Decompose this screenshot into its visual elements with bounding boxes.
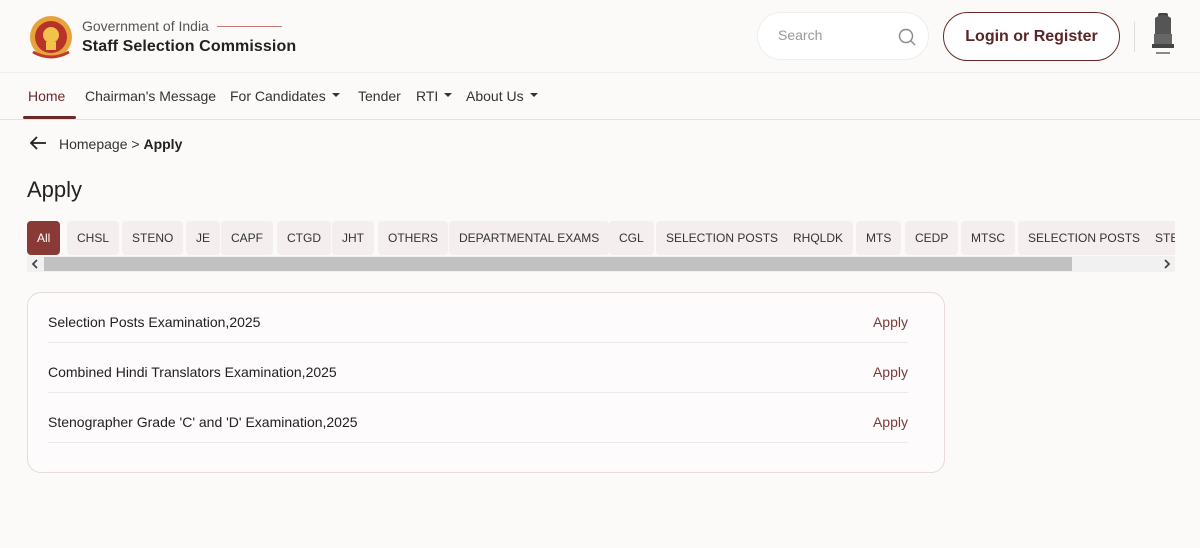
tab-cgl[interactable]: CGL: [609, 221, 654, 255]
nav-for-candidates[interactable]: For Candidates: [230, 88, 340, 104]
exam-name: Selection Posts Examination,2025: [48, 314, 261, 330]
page-title: Apply: [27, 177, 83, 202]
exam-name: Stenographer Grade 'C' and 'D' Examinati…: [48, 414, 358, 430]
breadcrumb-home[interactable]: Homepage: [59, 136, 128, 152]
list-item: Combined Hindi Translators Examination,2…: [48, 343, 908, 393]
caret-down-icon: [529, 93, 538, 98]
breadcrumb-separator: >: [131, 136, 140, 152]
tab-others[interactable]: OTHERS: [378, 221, 449, 255]
tab-steno-2[interactable]: STENO: [1145, 221, 1175, 255]
scroll-left-icon[interactable]: [29, 258, 41, 270]
tab-selection-posts[interactable]: SELECTION POSTS: [656, 221, 789, 255]
main-nav: Home Chairman's Message For Candidates T…: [0, 72, 1200, 120]
org-title: Government of India Staff Selection Comm…: [82, 18, 296, 56]
tab-mtsc[interactable]: MTSC: [961, 221, 1015, 255]
apply-link[interactable]: Apply: [873, 364, 908, 380]
tab-mts[interactable]: MTS: [856, 221, 902, 255]
search-input[interactable]: [778, 27, 888, 43]
nav-rti-label: RTI: [416, 88, 439, 104]
exam-name: Combined Hindi Translators Examination,2…: [48, 364, 337, 380]
ssc-logo-icon[interactable]: [27, 14, 75, 60]
tab-steno[interactable]: STENO: [122, 221, 184, 255]
tab-chsl[interactable]: CHSL: [67, 221, 120, 255]
apply-link[interactable]: Apply: [873, 414, 908, 430]
tabs-scrollbar[interactable]: [27, 256, 1175, 272]
search-box[interactable]: [757, 12, 929, 60]
tab-departmental-exams[interactable]: DEPARTMENTAL EXAMS: [449, 221, 610, 255]
exam-list-card: Selection Posts Examination,2025 Apply C…: [27, 292, 945, 473]
nav-tender[interactable]: Tender: [358, 88, 401, 104]
caret-down-icon: [331, 93, 340, 98]
nav-rti[interactable]: RTI: [416, 88, 453, 104]
tab-ctgd[interactable]: CTGD: [277, 221, 331, 255]
gov-label-text: Government of India: [82, 18, 209, 34]
nav-home[interactable]: Home: [28, 88, 65, 104]
apply-link[interactable]: Apply: [873, 314, 908, 330]
list-item: Stenographer Grade 'C' and 'D' Examinati…: [48, 393, 908, 443]
header-divider: [1134, 22, 1135, 52]
tab-jht[interactable]: JHT: [332, 221, 374, 255]
decorative-line: [216, 25, 282, 27]
caret-down-icon: [444, 93, 453, 98]
tab-selection-posts-2[interactable]: SELECTION POSTS: [1018, 221, 1151, 255]
nav-active-indicator: [23, 116, 76, 119]
tab-all[interactable]: All: [27, 221, 61, 255]
tab-cedp[interactable]: CEDP: [905, 221, 959, 255]
tab-je[interactable]: JE: [186, 221, 221, 255]
nav-chairmans-message[interactable]: Chairman's Message: [85, 88, 216, 104]
search-icon[interactable]: [898, 28, 916, 46]
scroll-right-icon[interactable]: [1161, 258, 1173, 270]
breadcrumb: Homepage > Apply: [59, 136, 182, 152]
exam-category-tabs: All CHSL STENO JE CAPF CTGD JHT OTHERS D…: [27, 221, 1175, 255]
org-name: Staff Selection Commission: [82, 38, 297, 55]
scrollbar-thumb[interactable]: [44, 257, 1072, 271]
back-arrow-icon[interactable]: [29, 134, 47, 152]
nav-about-us-label: About Us: [466, 88, 524, 104]
nav-about-us[interactable]: About Us: [466, 88, 538, 104]
login-register-button[interactable]: Login or Register: [943, 12, 1120, 61]
breadcrumb-current: Apply: [143, 136, 183, 152]
nav-for-candidates-label: For Candidates: [230, 88, 326, 104]
gov-label: Government of India: [82, 18, 296, 34]
site-header: Government of India Staff Selection Comm…: [0, 0, 1200, 72]
national-emblem-icon: [1152, 13, 1174, 54]
list-item: Selection Posts Examination,2025 Apply: [48, 293, 908, 343]
tab-rhqldk[interactable]: RHQLDK: [783, 221, 854, 255]
tab-capf[interactable]: CAPF: [221, 221, 274, 255]
